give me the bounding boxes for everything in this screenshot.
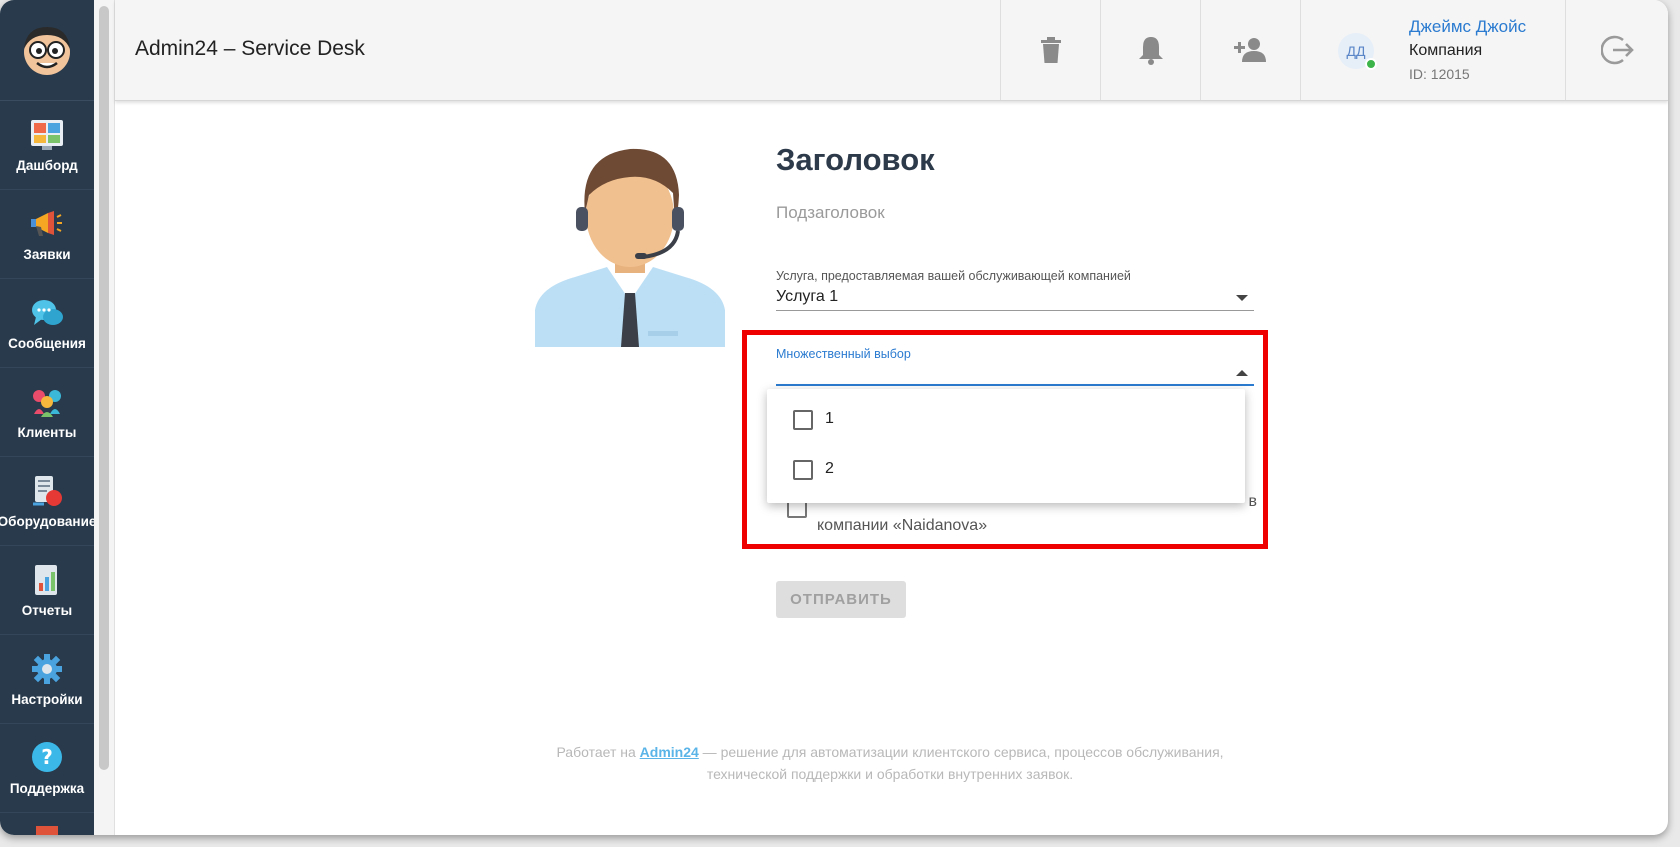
gear-icon xyxy=(30,652,64,686)
service-select[interactable]: Услуга 1 xyxy=(776,284,1254,311)
option-label: 1 xyxy=(825,410,834,427)
sidebar-item-label: Дашборд xyxy=(16,157,78,173)
logout-icon xyxy=(1600,35,1634,65)
dashboard-icon xyxy=(30,118,64,152)
app-title: Admin24 – Service Desk xyxy=(135,37,365,60)
support-agent-illustration xyxy=(535,135,725,352)
sidebar-item-reports[interactable]: Отчеты xyxy=(0,546,94,635)
option-checkbox[interactable] xyxy=(793,460,813,480)
multi-select[interactable] xyxy=(776,361,1254,386)
sidebar-item-label: Клиенты xyxy=(17,424,77,440)
footer-suffix: — решение для автоматизации клиентского … xyxy=(698,744,1224,782)
user-block: ДД Джеймс Джойс Компания ID: 12015 xyxy=(1300,0,1566,100)
mascot-face-icon xyxy=(24,27,70,75)
equipment-icon xyxy=(30,474,64,508)
sidebar-item-requests[interactable]: Заявки xyxy=(0,190,94,279)
trash-button[interactable] xyxy=(1000,0,1100,100)
multi-select-label: Множественный выбор xyxy=(776,347,911,361)
sidebar-item-label: Отчеты xyxy=(21,602,73,618)
add-user-icon xyxy=(1233,38,1266,62)
megaphone-icon xyxy=(30,207,64,241)
sidebar-item-messages[interactable]: Сообщения xyxy=(0,279,94,368)
logo[interactable] xyxy=(0,0,94,101)
submit-button[interactable]: ОТПРАВИТЬ xyxy=(776,581,906,618)
caret-up-icon xyxy=(1236,370,1248,376)
sidebar: Дашборд Заявки Сообщения Клиенты Оборудо… xyxy=(0,0,97,835)
sidebar-item-label: Поддержка xyxy=(9,780,85,796)
dropdown-option-1[interactable]: 1 xyxy=(767,395,1245,445)
online-status-dot xyxy=(1365,58,1377,70)
sidebar-item-label: Сообщения xyxy=(8,335,86,351)
consent-text-line2: компании «Naidanova» xyxy=(817,517,988,534)
form-title: Заголовок xyxy=(776,142,935,177)
sidebar-item-settings[interactable]: Настройки xyxy=(0,635,94,724)
dropdown-option-2[interactable]: 2 xyxy=(767,445,1245,495)
sidebar-item-clients[interactable]: Клиенты xyxy=(0,368,94,457)
clients-icon xyxy=(30,385,64,419)
chat-bubbles-icon xyxy=(30,296,64,330)
scrollbar-thumb[interactable] xyxy=(99,6,109,770)
user-company: Компания xyxy=(1409,42,1483,59)
sidebar-item-label: Настройки xyxy=(11,691,83,707)
form-subtitle: Подзаголовок xyxy=(776,203,885,222)
option-label: 2 xyxy=(825,460,834,477)
sidebar-item-partial xyxy=(36,826,58,835)
trash-icon xyxy=(1040,37,1061,63)
sidebar-item-equipment[interactable]: Оборудование xyxy=(0,457,97,546)
multi-select-dropdown: 1 2 xyxy=(767,389,1245,503)
logout-button[interactable] xyxy=(1565,0,1668,100)
footer: Работает на Admin24 — решение для автома… xyxy=(540,741,1240,785)
add-user-button[interactable] xyxy=(1200,0,1300,100)
footer-prefix: Работает на xyxy=(556,744,640,760)
user-id: ID: 12015 xyxy=(1409,66,1470,82)
sidebar-item-dashboard[interactable]: Дашборд xyxy=(0,101,94,190)
user-name-link[interactable]: Джеймс Джойс xyxy=(1409,17,1526,37)
bell-icon xyxy=(1138,37,1163,65)
notifications-button[interactable] xyxy=(1100,0,1200,100)
app-window: Дашборд Заявки Сообщения Клиенты Оборудо… xyxy=(0,0,1668,835)
reports-icon xyxy=(30,563,64,597)
option-checkbox[interactable] xyxy=(793,410,813,430)
header: Admin24 – Service Desk ДД Джеймс Джойс К… xyxy=(115,0,1668,101)
help-icon: ? xyxy=(30,741,64,775)
sidebar-item-label: Оборудование xyxy=(0,513,97,529)
scrollbar[interactable] xyxy=(94,0,115,835)
service-field-label: Услуга, предоставляемая вашей обслуживаю… xyxy=(776,269,1131,283)
caret-down-icon xyxy=(1236,295,1248,301)
sidebar-item-support[interactable]: ? Поддержка xyxy=(0,724,94,813)
footer-link[interactable]: Admin24 xyxy=(640,744,699,760)
sidebar-item-label: Заявки xyxy=(23,246,71,262)
service-selected-value: Услуга 1 xyxy=(776,288,839,305)
svg-text:?: ? xyxy=(41,745,53,769)
